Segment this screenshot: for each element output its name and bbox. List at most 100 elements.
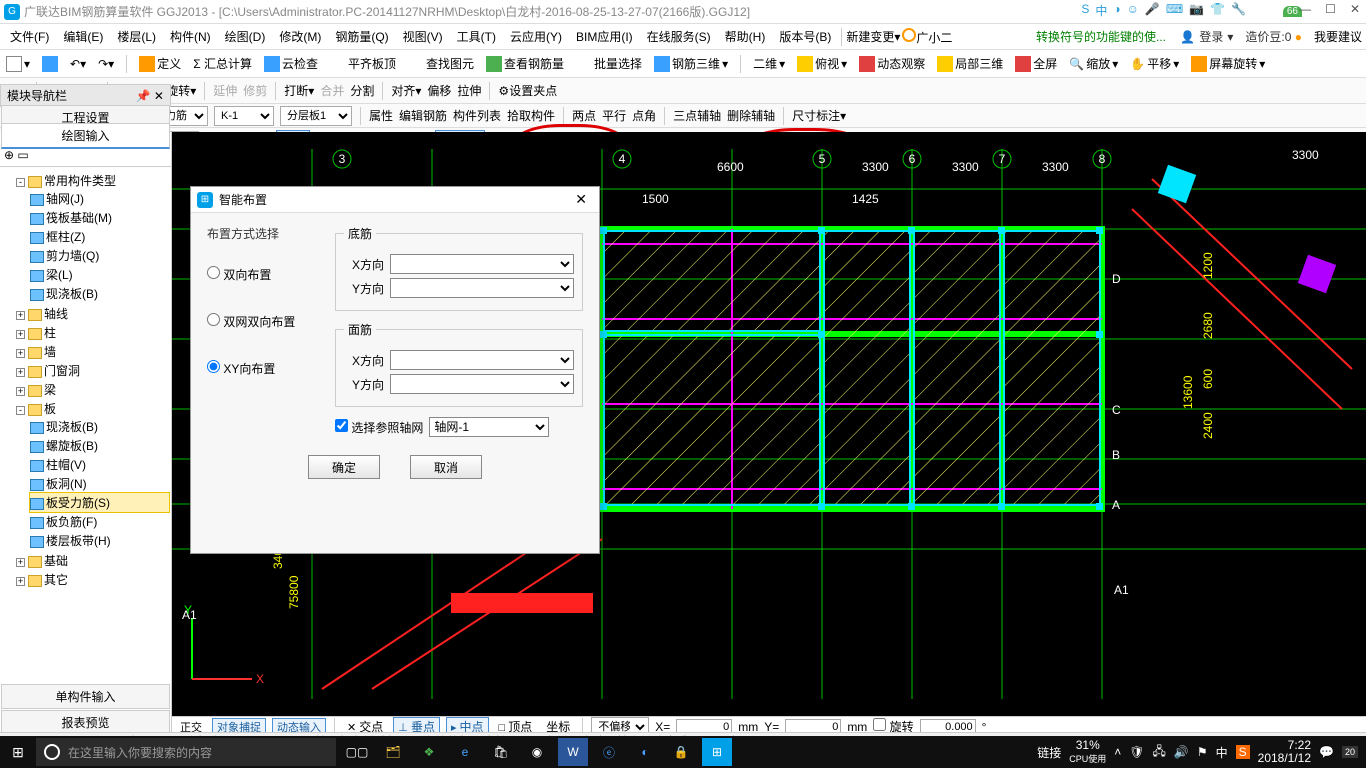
tree-item[interactable]: 框柱(Z) (46, 230, 85, 244)
rebar3d-button[interactable]: 钢筋三维▾ (652, 54, 730, 73)
tree-item[interactable]: 现浇板(B) (46, 287, 98, 301)
ref-grid-check[interactable]: 选择参照轴网 (335, 419, 423, 436)
ime-skin-icon[interactable]: 👕 (1210, 2, 1225, 19)
ime-kbd-icon[interactable]: ⌨ (1166, 2, 1183, 19)
ref-grid-select[interactable]: 轴网-1 (429, 417, 549, 437)
stretch-button[interactable]: 拉伸 (457, 82, 481, 99)
tree-group[interactable]: 门窗洞 (44, 364, 80, 378)
break-button[interactable]: 打断▾ (284, 82, 314, 99)
menu-rebar[interactable]: 钢筋量(Q) (329, 26, 394, 47)
tree-group[interactable]: 轴线 (44, 307, 68, 321)
mark-select[interactable]: K-1 (214, 106, 274, 126)
cpu-meter[interactable]: 31%CPU使用 (1069, 739, 1106, 765)
member-tree[interactable]: -常用构件类型 轴网(J) 筏板基础(M) 框柱(Z) 剪力墙(Q) 梁(L) … (0, 167, 171, 587)
minimize-button[interactable]: — (1299, 2, 1311, 16)
tree-item[interactable]: 剪力墙(Q) (46, 249, 99, 263)
menu-bim[interactable]: BIM应用(I) (570, 26, 639, 47)
find-button[interactable]: 查找图元 (406, 54, 476, 73)
suggest-button[interactable]: 我要建议 (1314, 28, 1362, 45)
split-button[interactable]: 分割 (350, 82, 374, 99)
tray-vol-icon[interactable]: 🔊 (1174, 745, 1189, 759)
define-button[interactable]: 定义 (137, 54, 183, 73)
tab-single-input[interactable]: 单构件输入 (1, 684, 170, 709)
ime-cam-icon[interactable]: 📷 (1189, 2, 1204, 19)
tree-item[interactable]: 现浇板(B) (46, 420, 98, 434)
tree-group[interactable]: 梁 (44, 383, 56, 397)
cloudcheck-button[interactable]: 云检查 (262, 54, 320, 73)
memberlist-button[interactable]: 构件列表 (453, 107, 501, 124)
redo-icon[interactable]: ↷▾ (96, 56, 116, 72)
tray-net-icon[interactable]: 🖧 (1153, 742, 1166, 763)
dialog-titlebar[interactable]: ⊞ 智能布置 ✕ (191, 187, 599, 213)
threepoint-button[interactable]: 三点辅轴 (673, 107, 721, 124)
sum-button[interactable]: Σ 汇总计算 (191, 54, 254, 73)
parallel-button[interactable]: 平行 (602, 107, 626, 124)
radio-bidir[interactable]: 双向布置 (207, 266, 327, 283)
radio-doublenet[interactable]: 双网双向布置 (207, 313, 327, 330)
taskview-icon[interactable]: ▢▢ (342, 738, 372, 766)
lock-icon[interactable]: 🔒 (666, 738, 696, 766)
expand-icon[interactable]: ⊕ (4, 148, 14, 162)
tree-root[interactable]: 常用构件类型 (44, 174, 116, 188)
bottom-x-select[interactable] (390, 254, 574, 274)
menu-modify[interactable]: 修改(M) (273, 26, 327, 47)
menu-member[interactable]: 构件(N) (164, 26, 217, 47)
browser-icon[interactable]: ◐ (630, 738, 660, 766)
pan-button[interactable]: ✋平移▾ (1128, 54, 1181, 73)
ghost-button[interactable]: 广小二 (902, 28, 952, 46)
batchsel-button[interactable]: 批量选择 (574, 54, 644, 73)
explorer-icon[interactable]: 🗂 (378, 738, 408, 766)
tree-item[interactable]: 螺旋板(B) (46, 439, 98, 453)
pointangle-button[interactable]: 点角 (632, 107, 656, 124)
twopoint-button[interactable]: 两点 (572, 107, 596, 124)
tree-group-board[interactable]: 板 (44, 402, 56, 416)
tree-group[interactable]: 其它 (44, 573, 68, 587)
tray-ime[interactable]: 中 (1216, 744, 1228, 761)
viewrebar-button[interactable]: 查看钢筋量 (484, 54, 566, 73)
new-change-button[interactable]: 新建变更▾ (846, 28, 900, 45)
tray-sogou-icon[interactable]: S (1236, 745, 1250, 759)
align-button[interactable]: 对齐▾ (391, 82, 421, 99)
close-button[interactable]: ✕ (1350, 2, 1360, 16)
maximize-button[interactable]: ☐ (1325, 2, 1336, 16)
local3d-button[interactable]: 局部三维 (935, 54, 1005, 73)
new-icon[interactable]: ▾ (4, 55, 32, 73)
fullscreen-button[interactable]: 全屏 (1013, 54, 1059, 73)
tree-item[interactable]: 板负筋(F) (46, 515, 97, 529)
menu-tool[interactable]: 工具(T) (451, 26, 502, 47)
dim-button[interactable]: 尺寸标注▾ (792, 107, 846, 124)
menu-help[interactable]: 帮助(H) (719, 26, 772, 47)
collapse-icon[interactable]: ▭ (17, 148, 28, 162)
tree-item[interactable]: 轴网(J) (46, 192, 84, 206)
menu-floor[interactable]: 楼层(L) (111, 26, 162, 47)
pin-icon[interactable]: 📌 ✕ (136, 89, 164, 103)
editrebar-button[interactable]: 编辑钢筋 (399, 107, 447, 124)
tab-draw-input[interactable]: 绘图输入 (1, 123, 170, 149)
menu-edit[interactable]: 编辑(E) (57, 26, 109, 47)
layer-select[interactable]: 分层板1 (280, 106, 352, 126)
screentrotate-button[interactable]: 屏幕旋转▾ (1189, 54, 1267, 73)
topview-button[interactable]: 俯视▾ (795, 54, 849, 73)
orbit-button[interactable]: 动态观察 (857, 54, 927, 73)
ggj-icon[interactable]: ⊞ (702, 738, 732, 766)
tray-up-icon[interactable]: ˄ (1114, 745, 1121, 759)
menu-cloud[interactable]: 云应用(Y) (504, 26, 568, 47)
top-x-select[interactable] (390, 350, 574, 370)
ime-mic-icon[interactable]: 🎤 (1145, 2, 1160, 19)
ok-button[interactable]: 确定 (308, 455, 380, 479)
ie-icon[interactable]: ⓔ (594, 738, 624, 766)
save-icon[interactable] (40, 55, 60, 73)
tree-item-selected[interactable]: 板受力筋(S) (46, 496, 110, 510)
ime-shape-icon[interactable]: ◑ (1113, 2, 1120, 19)
tree-group[interactable]: 基础 (44, 554, 68, 568)
link-label[interactable]: 链接 (1037, 744, 1061, 761)
zoom-button[interactable]: 🔍缩放▾ (1067, 54, 1120, 73)
search-box[interactable]: 在这里输入你要搜索的内容 (36, 738, 336, 766)
ime-tool-icon[interactable]: 🔧 (1231, 2, 1246, 19)
start-button[interactable]: ⊞ (0, 744, 36, 761)
menu-version[interactable]: 版本号(B) (773, 26, 837, 47)
cancel-button[interactable]: 取消 (410, 455, 482, 479)
top-y-select[interactable] (390, 374, 574, 394)
ime-emoji-icon[interactable]: ☺ (1127, 2, 1139, 19)
notifications-icon[interactable]: 💬 (1319, 745, 1334, 759)
